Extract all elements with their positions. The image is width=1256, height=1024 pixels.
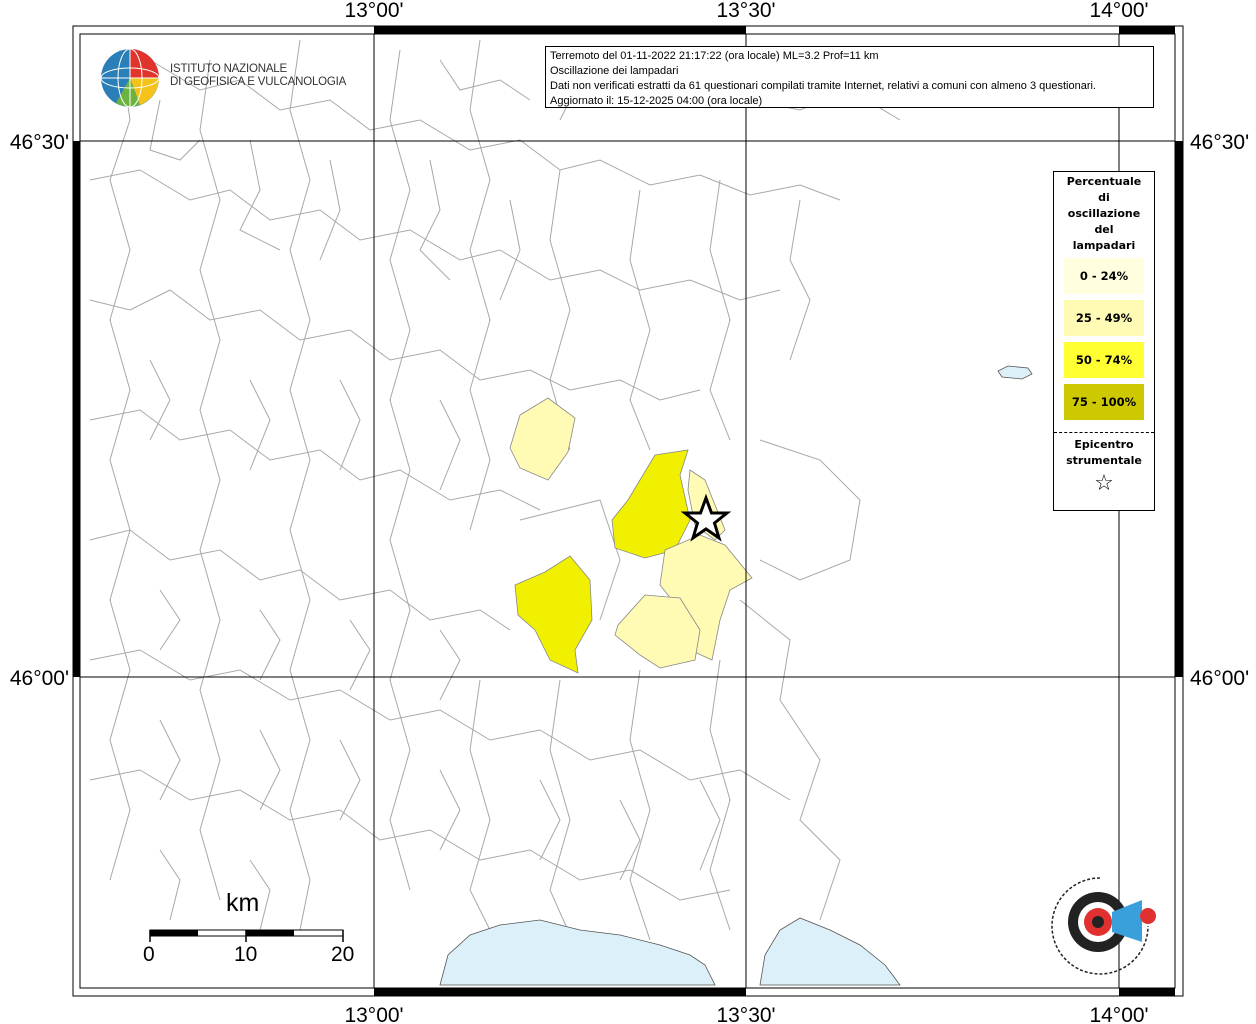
lon-label-bottom-3: 14°00' [1089,1004,1148,1024]
lon-label-bottom-1: 13°00' [344,1004,403,1024]
institute-name-line2: DI GEOFISICA E VULCANOLOGIA [170,76,347,88]
legend-swatch-50-74: 50 - 74% [1064,342,1144,378]
lon-label-bottom-2: 13°30' [716,1004,775,1024]
legend-swatch-25-49: 25 - 49% [1064,300,1144,336]
haisentitoilterremoto-logo [1051,877,1156,975]
legend-swatch-0-24: 0 - 24% [1064,258,1144,294]
legend-title: Percentuale di oscillazione del lampadar… [1054,172,1154,254]
event-info-line3: Dati non verificati estratti da 61 quest… [550,80,1096,92]
lon-label-top-2: 13°30' [716,0,775,22]
institute-name-line1: ISTITUTO NAZIONALE [170,63,287,75]
lat-label-left-1: 46°30' [10,131,69,154]
legend-epicenter-line: Epicentro [1074,438,1134,451]
lon-label-top-1: 13°00' [344,0,403,22]
lat-label-right-1: 46°30' [1190,131,1249,154]
legend-title-line: lampadari [1072,239,1136,252]
event-info-line1: Terremoto del 01-11-2022 21:17:22 (ora l… [550,50,879,62]
legend-epicenter-line: strumentale [1066,454,1142,467]
scale-tick-0: 0 [143,943,155,966]
scale-tick-20: 20 [331,943,355,966]
legend-title-line: oscillazione [1067,207,1141,220]
scale-tick-10: 10 [234,943,258,966]
legend-star-icon: ☆ [1094,471,1114,496]
scale-unit: km [226,889,260,917]
lat-label-right-2: 46°00' [1190,667,1249,690]
legend-title-line: del [1094,223,1114,236]
lat-label-left-2: 46°00' [10,667,69,690]
event-info-line2: Oscillazione dei lampadari [550,65,679,77]
legend-epicenter-title: Epicentro strumentale [1054,433,1154,469]
legend-title-line: Percentuale [1066,175,1142,188]
legend-title-line: di [1098,191,1110,204]
lon-label-top-3: 14°00' [1089,0,1148,22]
event-info-line4: Aggiornato il: 15-12-2025 04:00 (ora loc… [550,95,763,107]
legend: Percentuale di oscillazione del lampadar… [1053,171,1155,511]
event-info-box: Terremoto del 01-11-2022 21:17:22 (ora l… [545,46,1154,108]
legend-swatch-75-100: 75 - 100% [1064,384,1144,420]
institute-name: ISTITUTO NAZIONALE DI GEOFISICA E VULCAN… [170,63,346,89]
